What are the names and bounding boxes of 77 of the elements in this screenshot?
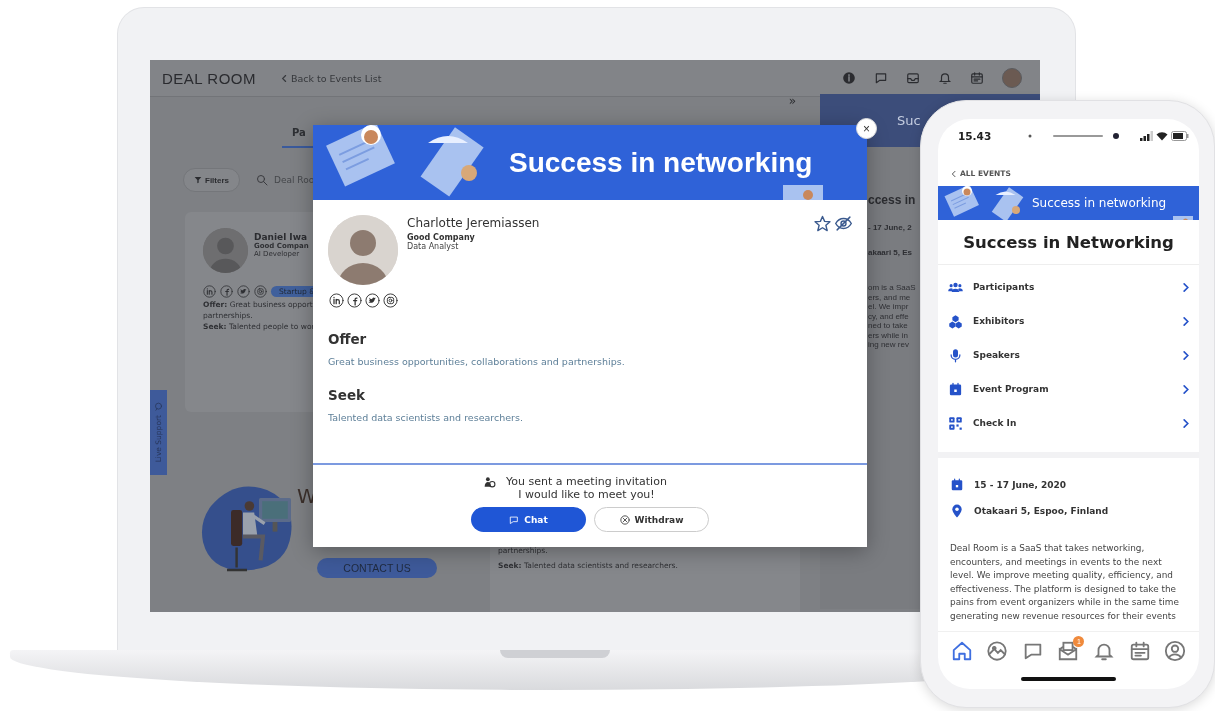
event-location: Otakaari 5, Espoo, Finland xyxy=(974,506,1109,516)
section-text: Talented data scientists and researchers. xyxy=(328,412,524,423)
signal-icon xyxy=(1140,131,1153,141)
microphone-icon xyxy=(948,347,963,363)
event-date: - 17 June, 2 xyxy=(868,223,913,232)
avatar-silhouette xyxy=(203,228,248,273)
back-link[interactable]: Back to Events List xyxy=(279,72,382,84)
section-heading: Seek xyxy=(328,387,366,403)
withdraw-button[interactable]: Withdraw xyxy=(594,507,709,532)
twitter-icon[interactable] xyxy=(365,293,380,308)
funnel-icon xyxy=(194,176,202,184)
info-icon[interactable] xyxy=(842,71,856,85)
section-text: Great business opportunities, collaborations and partnerships. xyxy=(328,356,626,367)
collapse-button[interactable]: » xyxy=(788,95,796,107)
cubes-icon xyxy=(948,313,963,329)
section-heading: Offer xyxy=(328,331,368,347)
battery-icon xyxy=(1171,131,1189,141)
instagram-icon[interactable] xyxy=(383,293,398,308)
qr-code-icon xyxy=(948,415,963,431)
invitation-status: I would like to meet you! xyxy=(518,488,655,501)
notification-bell-icon[interactable] xyxy=(938,71,952,85)
search-icon xyxy=(256,174,268,186)
chevron-right-icon xyxy=(1180,315,1191,327)
chat-bubble-icon xyxy=(154,402,163,412)
calendar-icon[interactable] xyxy=(970,71,984,85)
tab-bar-button[interactable] xyxy=(1128,639,1151,662)
company-name: Good Company xyxy=(407,233,476,242)
job-title: Data Analyst xyxy=(407,242,459,251)
calendar-icon xyxy=(950,478,964,492)
event-location: akaari 5, Es xyxy=(868,248,914,257)
location-pin-icon xyxy=(950,504,964,518)
close-circle-icon xyxy=(619,514,630,525)
profile-icon xyxy=(1164,639,1187,662)
mail-icon xyxy=(1057,639,1080,662)
star-icon[interactable] xyxy=(814,215,831,232)
menu-item[interactable]: Event Program xyxy=(938,372,1199,406)
tab-bar-button[interactable] xyxy=(986,639,1009,662)
document-drawing xyxy=(783,185,823,200)
chat-icon[interactable] xyxy=(874,71,888,85)
invitation-status: You sent a meeting invitation xyxy=(506,475,667,488)
document-drawing xyxy=(1173,216,1193,220)
menu-item[interactable]: Check In xyxy=(938,406,1199,440)
gallery-icon xyxy=(986,639,1009,662)
calendar-icon xyxy=(948,381,963,397)
participant-name: Charlotte Jeremiassen xyxy=(407,216,540,230)
chevron-right-icon xyxy=(1180,281,1191,293)
chat-button[interactable]: Chat xyxy=(471,507,586,532)
home-icon xyxy=(950,639,973,662)
tab-bar-button[interactable] xyxy=(950,639,973,662)
linkedin-icon[interactable] xyxy=(329,293,344,308)
status-time: 15.43 xyxy=(958,130,993,142)
facebook-icon[interactable] xyxy=(347,293,362,308)
banner-title: Suc xyxy=(897,113,921,128)
event-date: 15 - 17 June, 2020 xyxy=(974,480,1067,490)
participant-name: Daniel Iwa xyxy=(254,232,309,242)
banner-title: Success in networking xyxy=(509,146,813,179)
tab-bar-button[interactable] xyxy=(1164,639,1187,662)
chat-icon xyxy=(509,514,520,525)
menu-item[interactable]: Exhibitors xyxy=(938,304,1199,338)
hide-icon[interactable] xyxy=(835,215,852,232)
wifi-icon xyxy=(1156,131,1168,141)
chevron-right-icon xyxy=(1180,383,1191,395)
inbox-icon[interactable] xyxy=(906,71,920,85)
event-title: Success in Networking xyxy=(938,220,1199,265)
back-chevron-icon xyxy=(950,169,958,178)
back-chevron-icon xyxy=(279,73,289,83)
description-line: ned to take xyxy=(868,321,908,331)
chevron-right-icon xyxy=(1180,349,1191,361)
person-icon xyxy=(483,476,497,489)
menu-item[interactable]: Participants xyxy=(938,270,1199,304)
chevron-right-icon xyxy=(1180,417,1191,429)
event-description: Deal Room is a SaaS that takes networking, encounters, and meetings in events to the next level. We improve meeting quality, efficiency, and effectiveness. The platform is designed to take the pains from event organizers while in the same time generating new revenue resources for their events xyxy=(949,542,1180,623)
calendar-icon xyxy=(1128,639,1151,662)
filters-button[interactable]: Filters xyxy=(183,168,240,192)
menu-item[interactable]: Speakers xyxy=(938,338,1199,372)
logo[interactable]: DEAL ROOM xyxy=(162,69,256,87)
banner-title: Success in networking xyxy=(1032,196,1167,210)
